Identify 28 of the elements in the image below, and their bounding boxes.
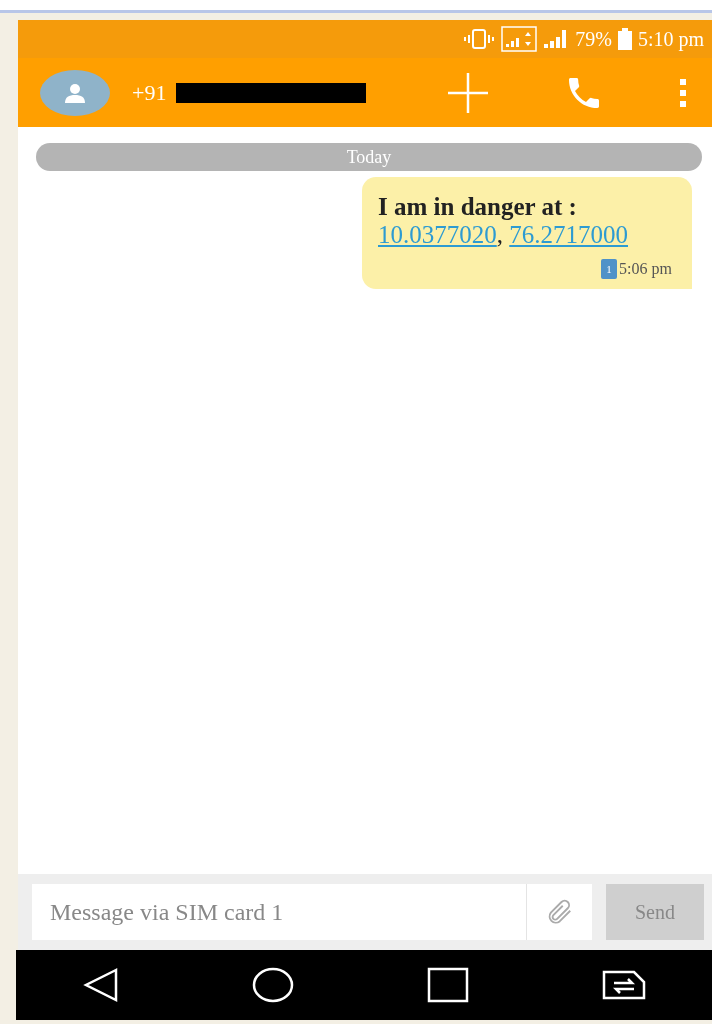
contact-number: +91: [132, 79, 167, 106]
coordinate-link[interactable]: 76.2717000: [509, 221, 628, 248]
home-button[interactable]: [251, 967, 294, 1003]
plus-icon: [446, 70, 490, 115]
add-button[interactable]: [446, 70, 490, 115]
message-time: 5:06 pm: [619, 260, 672, 278]
battery-percentage: 79%: [575, 27, 612, 51]
message-field[interactable]: Message via SIM card 1: [32, 884, 526, 940]
sim-switch-button[interactable]: [601, 970, 646, 1000]
battery-icon: [617, 28, 632, 50]
circle-icon: [251, 967, 294, 1003]
coordinate-link[interactable]: 10.0377020: [378, 221, 497, 248]
vibrate-icon: [463, 28, 496, 50]
person-icon: [64, 81, 86, 104]
sim-badge: 1: [601, 259, 618, 279]
square-icon: [426, 967, 469, 1003]
menu-button[interactable]: [678, 77, 688, 108]
date-divider: Today: [36, 143, 702, 171]
send-button[interactable]: Send: [606, 884, 704, 940]
more-icon: [678, 77, 688, 108]
comma: ,: [496, 221, 504, 248]
network-icon: [501, 26, 538, 52]
back-button[interactable]: [82, 967, 119, 1003]
message-text: I am in danger at :: [378, 193, 578, 221]
clock: 5:10 pm: [637, 27, 704, 51]
recents-button[interactable]: [426, 967, 469, 1003]
triangle-icon: [82, 967, 119, 1003]
sim-swap-icon: [601, 970, 646, 1000]
